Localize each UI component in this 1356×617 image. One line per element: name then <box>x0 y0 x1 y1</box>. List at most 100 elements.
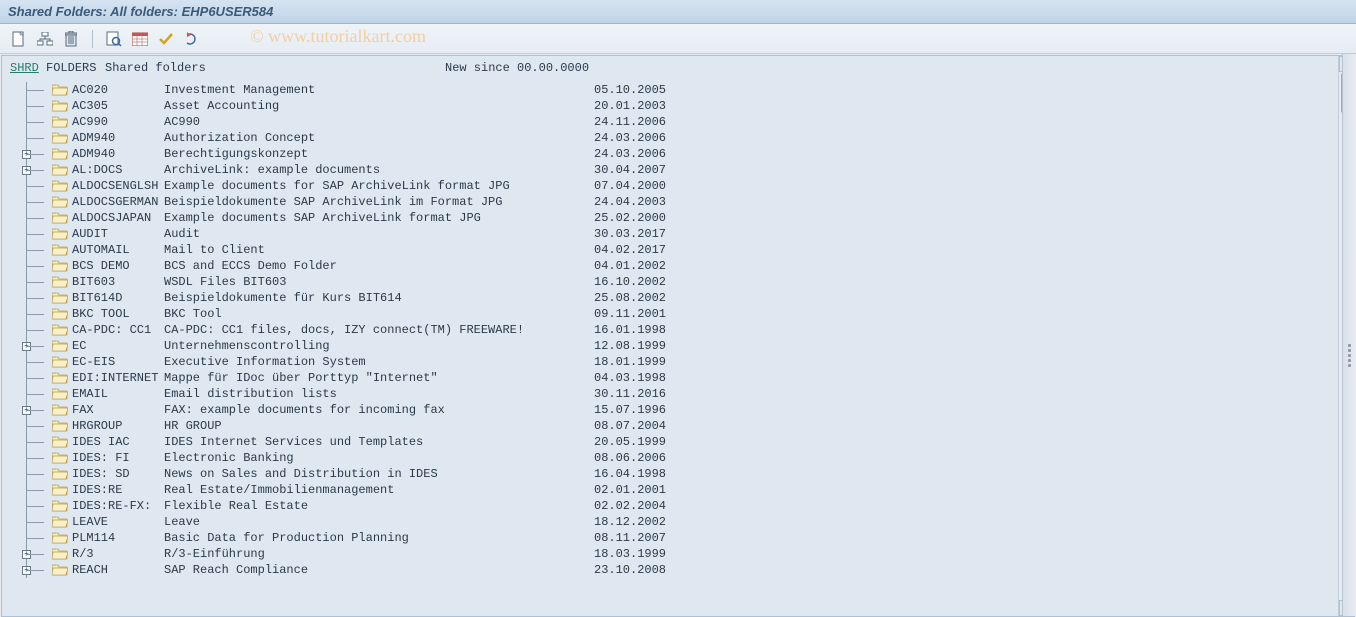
tree-connector <box>22 498 52 514</box>
calendar-icon[interactable] <box>131 30 149 48</box>
tree-row[interactable]: AUDITAudit30.03.2017 <box>22 226 1346 242</box>
expand-box-icon[interactable]: + <box>22 406 31 415</box>
root-label: Shared folders <box>105 60 445 76</box>
tree-row[interactable]: +REACHSAP Reach Compliance23.10.2008 <box>22 562 1346 578</box>
tree-row[interactable]: +R/3R/3-Einführung18.03.1999 <box>22 546 1346 562</box>
folder-description: Basic Data for Production Planning <box>164 530 594 546</box>
folder-icon <box>52 244 68 256</box>
folder-icon <box>52 356 68 368</box>
document-icon[interactable] <box>10 30 28 48</box>
folder-description: Investment Management <box>164 82 594 98</box>
hierarchy-icon[interactable] <box>36 30 54 48</box>
tree-row[interactable]: AC305Asset Accounting20.01.2003 <box>22 98 1346 114</box>
folder-icon <box>52 500 68 512</box>
expand-box-icon[interactable]: + <box>22 342 31 351</box>
folder-date: 24.04.2003 <box>594 194 666 210</box>
tree-connector <box>22 82 52 98</box>
check-icon[interactable] <box>157 30 175 48</box>
folder-description: Email distribution lists <box>164 386 594 402</box>
folder-code: EDI:INTERNET <box>72 370 164 386</box>
folder-description: Authorization Concept <box>164 130 594 146</box>
tree-row[interactable]: BCS DEMOBCS and ECCS Demo Folder04.01.20… <box>22 258 1346 274</box>
refresh-icon[interactable] <box>183 30 201 48</box>
folder-code: HRGROUP <box>72 418 164 434</box>
folder-code: EMAIL <box>72 386 164 402</box>
folder-description: Real Estate/Immobilienmanagement <box>164 482 594 498</box>
tree-row[interactable]: PLM114Basic Data for Production Planning… <box>22 530 1346 546</box>
folder-description: WSDL Files BIT603 <box>164 274 594 290</box>
tree-row[interactable]: AC990AC99024.11.2006 <box>22 114 1346 130</box>
folder-icon <box>52 260 68 272</box>
folder-date: 04.02.2017 <box>594 242 666 258</box>
folder-icon <box>52 372 68 384</box>
tree-row[interactable]: IDES:REReal Estate/Immobilienmanagement0… <box>22 482 1346 498</box>
folder-description: Flexible Real Estate <box>164 498 594 514</box>
folder-icon <box>52 100 68 112</box>
tree-row[interactable]: +FAXFAX: example documents for incoming … <box>22 402 1346 418</box>
tree-row[interactable]: BIT603WSDL Files BIT60316.10.2002 <box>22 274 1346 290</box>
folder-date: 25.02.2000 <box>594 210 666 226</box>
tree-row[interactable]: LEAVELeave18.12.2002 <box>22 514 1346 530</box>
folder-icon <box>52 228 68 240</box>
folder-icon <box>52 212 68 224</box>
folder-icon <box>52 532 68 544</box>
folder-description: Audit <box>164 226 594 242</box>
expand-box-icon[interactable]: + <box>22 150 31 159</box>
toolbar-divider <box>92 30 93 48</box>
expand-box-icon[interactable]: + <box>22 166 31 175</box>
delete-icon[interactable] <box>62 30 80 48</box>
folder-code: AL:DOCS <box>72 162 164 178</box>
tree-row[interactable]: IDES: FIElectronic Banking08.06.2006 <box>22 450 1346 466</box>
folder-icon <box>52 148 68 160</box>
folder-icon <box>52 340 68 352</box>
folder-icon <box>52 420 68 432</box>
tree-row[interactable]: +AL:DOCSArchiveLink: example documents30… <box>22 162 1346 178</box>
folder-description: AC990 <box>164 114 594 130</box>
tree-connector <box>22 434 52 450</box>
tree-row[interactable]: HRGROUPHR GROUP08.07.2004 <box>22 418 1346 434</box>
tree-row[interactable]: AUTOMAILMail to Client04.02.2017 <box>22 242 1346 258</box>
root-new-since: New since 00.00.0000 <box>445 60 589 76</box>
folder-date: 16.04.1998 <box>594 466 666 482</box>
tree-row[interactable]: +ADM940Berechtigungskonzept24.03.2006 <box>22 146 1346 162</box>
drag-handle-icon[interactable] <box>1347 344 1352 374</box>
folder-icon <box>52 164 68 176</box>
folder-date: 02.02.2004 <box>594 498 666 514</box>
folder-date: 20.05.1999 <box>594 434 666 450</box>
tree-row[interactable]: EC-EISExecutive Information System18.01.… <box>22 354 1346 370</box>
tree-row[interactable]: +ECUnternehmenscontrolling12.08.1999 <box>22 338 1346 354</box>
tree-row[interactable]: IDES IACIDES Internet Services und Templ… <box>22 434 1346 450</box>
folder-code: AUDIT <box>72 226 164 242</box>
tree-row[interactable]: ALDOCSENGLSHExample documents for SAP Ar… <box>22 178 1346 194</box>
tree-row[interactable]: EMAILEmail distribution lists30.11.2016 <box>22 386 1346 402</box>
folder-description: IDES Internet Services und Templates <box>164 434 594 450</box>
tree-row[interactable]: IDES:RE-FX:Flexible Real Estate02.02.200… <box>22 498 1346 514</box>
tree-row[interactable]: AC020Investment Management05.10.2005 <box>22 82 1346 98</box>
folder-code: IDES: SD <box>72 466 164 482</box>
folder-icon <box>52 292 68 304</box>
tree-row[interactable]: BKC TOOLBKC Tool09.11.2001 <box>22 306 1346 322</box>
folder-code: IDES:RE-FX: <box>72 498 164 514</box>
tree-row[interactable]: ADM940Authorization Concept24.03.2006 <box>22 130 1346 146</box>
tree-connector <box>22 418 52 434</box>
tree-row[interactable]: ALDOCSJAPANExample documents SAP Archive… <box>22 210 1346 226</box>
expand-box-icon[interactable]: + <box>22 566 31 575</box>
folder-date: 24.03.2006 <box>594 146 666 162</box>
tree-connector <box>22 226 52 242</box>
tree-row[interactable]: BIT614DBeispieldokumente für Kurs BIT614… <box>22 290 1346 306</box>
tree-row[interactable]: CA-PDC: CC1CA-PDC: CC1 files, docs, IZY … <box>22 322 1346 338</box>
tree-connector <box>22 130 52 146</box>
folder-description: Beispieldokumente SAP ArchiveLink im For… <box>164 194 594 210</box>
tree-root[interactable]: SHRD FOLDERS Shared folders New since 00… <box>10 60 1346 76</box>
tree-row[interactable]: EDI:INTERNETMappe für IDoc über Porttyp … <box>22 370 1346 386</box>
folder-date: 16.10.2002 <box>594 274 666 290</box>
folder-code: AUTOMAIL <box>72 242 164 258</box>
find-icon[interactable] <box>105 30 123 48</box>
folder-description: Mail to Client <box>164 242 594 258</box>
folder-code: BIT614D <box>72 290 164 306</box>
folder-date: 16.01.1998 <box>594 322 666 338</box>
folder-code: CA-PDC: CC1 <box>72 322 164 338</box>
tree-row[interactable]: ALDOCSGERMANBeispieldokumente SAP Archiv… <box>22 194 1346 210</box>
expand-box-icon[interactable]: + <box>22 550 31 559</box>
tree-row[interactable]: IDES: SDNews on Sales and Distribution i… <box>22 466 1346 482</box>
